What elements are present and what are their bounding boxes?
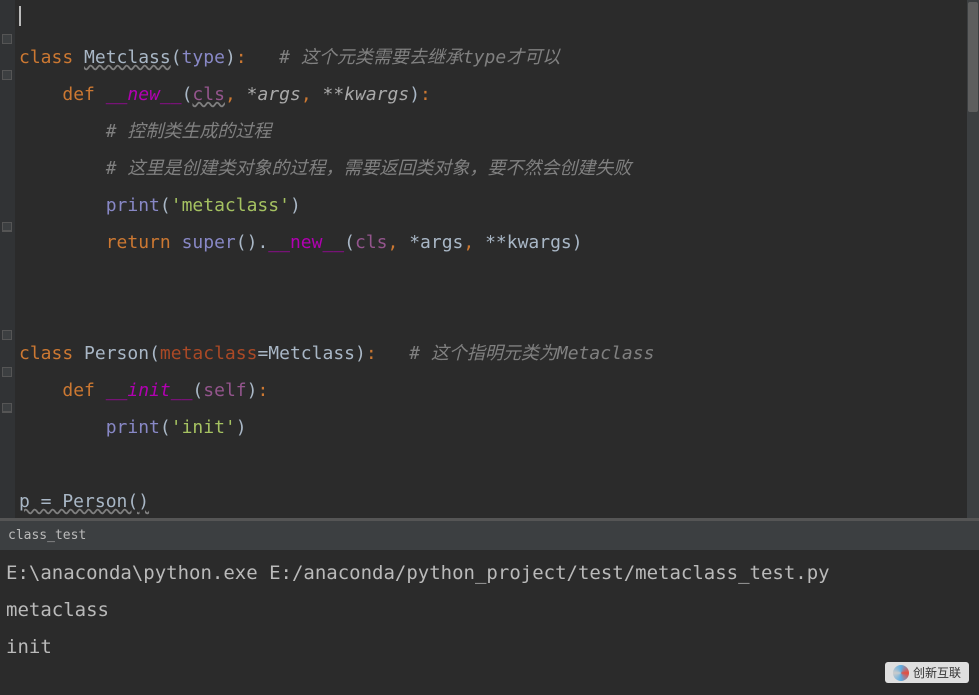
code-token: return — [106, 224, 182, 261]
scrollbar-vertical[interactable] — [967, 0, 979, 518]
code-token: **kwargs — [323, 76, 410, 113]
fold-marker-icon[interactable] — [2, 403, 12, 413]
console-line: metaclass — [6, 592, 973, 629]
console-output[interactable]: E:\anaconda\python.exe E:/anaconda/pytho… — [0, 551, 979, 670]
watermark-text: 创新互联 — [913, 664, 961, 681]
code-token: *args — [247, 76, 301, 113]
code-content[interactable]: class Metclass(type): # 这个元类需要去继承type才可以… — [15, 0, 979, 518]
code-line[interactable]: print('init') — [19, 409, 979, 446]
code-token: = — [257, 335, 268, 372]
code-token: ( — [149, 335, 160, 372]
code-token: type — [182, 39, 225, 76]
code-token: # 这个指明元类为Metaclass — [409, 335, 654, 372]
code-token: . — [257, 224, 268, 261]
code-token: : — [236, 39, 247, 76]
code-token — [19, 224, 106, 261]
code-line[interactable]: class Metclass(type): # 这个元类需要去继承type才可以 — [19, 39, 979, 76]
code-token: , — [463, 224, 485, 261]
watermark: 创新互联 — [885, 662, 969, 683]
run-tab[interactable]: class_test — [2, 526, 92, 545]
code-token: ( — [182, 76, 193, 113]
fold-marker-icon[interactable] — [2, 70, 12, 80]
code-line[interactable] — [19, 298, 979, 335]
code-token: ( — [160, 187, 171, 224]
code-line[interactable]: # 这里是创建类对象的过程，需要返回类对象，要不然会创建失败 — [19, 150, 979, 187]
code-line[interactable]: def __new__(cls, *args, **kwargs): — [19, 76, 979, 113]
code-line[interactable]: def __init__(self): — [19, 372, 979, 409]
code-token: self — [203, 372, 246, 409]
code-token: def — [62, 372, 105, 409]
code-token: 'init' — [171, 409, 236, 446]
code-token: __new__ — [106, 76, 182, 113]
code-token — [19, 150, 106, 187]
code-line[interactable]: p = Person() — [19, 483, 979, 518]
code-token: **kwargs — [485, 224, 572, 261]
gutter — [0, 0, 15, 518]
code-token — [247, 39, 280, 76]
code-token — [19, 113, 106, 150]
scrollbar-thumb[interactable] — [968, 2, 978, 112]
watermark-logo-icon — [893, 665, 909, 681]
code-token: , — [301, 76, 323, 113]
code-line[interactable]: class Person(metaclass=Metclass): # 这个指明… — [19, 335, 979, 372]
code-token — [19, 187, 106, 224]
fold-marker-icon[interactable] — [2, 222, 12, 232]
code-editor[interactable]: class Metclass(type): # 这个元类需要去继承type才可以… — [0, 0, 979, 518]
code-token: : — [420, 76, 431, 113]
code-token: Metclass — [84, 39, 171, 76]
code-token: p = Person() — [19, 483, 149, 518]
code-token: metaclass — [160, 335, 258, 372]
code-token: ) — [355, 335, 366, 372]
code-token: : — [257, 372, 268, 409]
console-line: init — [6, 629, 973, 666]
code-token: , — [225, 76, 247, 113]
code-token — [377, 335, 410, 372]
code-token: : — [366, 335, 377, 372]
fold-marker-icon[interactable] — [2, 34, 12, 44]
code-token: cls — [355, 224, 388, 261]
code-token: () — [236, 224, 258, 261]
code-token — [19, 372, 62, 409]
code-token: ( — [192, 372, 203, 409]
code-token: Metclass — [268, 335, 355, 372]
code-token: print — [106, 409, 160, 446]
code-token: , — [388, 224, 410, 261]
code-token: ) — [247, 372, 258, 409]
code-token: ) — [290, 187, 301, 224]
code-token: 'metaclass' — [171, 187, 290, 224]
code-token: def — [62, 76, 105, 113]
code-token: ) — [409, 76, 420, 113]
code-token: # 这个元类需要去继承type才可以 — [279, 39, 560, 76]
code-token: Person — [84, 335, 149, 372]
code-line[interactable]: print('metaclass') — [19, 187, 979, 224]
code-token: ( — [160, 409, 171, 446]
code-token — [19, 409, 106, 446]
code-token: *args — [409, 224, 463, 261]
cursor-icon — [19, 6, 21, 26]
code-token: ( — [171, 39, 182, 76]
code-token: __new__ — [268, 224, 344, 261]
code-token: class — [19, 39, 84, 76]
code-token: __init__ — [106, 372, 193, 409]
run-tab-bar: class_test — [0, 521, 979, 551]
code-token: # 这里是创建类对象的过程，需要返回类对象，要不然会创建失败 — [106, 150, 632, 187]
console-line: E:\anaconda\python.exe E:/anaconda/pytho… — [6, 555, 973, 592]
code-token: super — [182, 224, 236, 261]
code-line[interactable]: return super().__new__(cls, *args, **kwa… — [19, 224, 979, 261]
code-line[interactable]: # 控制类生成的过程 — [19, 113, 979, 150]
code-token: cls — [192, 76, 225, 113]
code-line[interactable] — [19, 446, 979, 483]
code-token: # 控制类生成的过程 — [106, 113, 272, 150]
code-token: ) — [225, 39, 236, 76]
fold-marker-icon[interactable] — [2, 330, 12, 340]
fold-marker-icon[interactable] — [2, 367, 12, 377]
code-token: class — [19, 335, 84, 372]
code-token: ) — [572, 224, 583, 261]
code-token: ( — [344, 224, 355, 261]
code-token: ) — [236, 409, 247, 446]
code-token — [19, 76, 62, 113]
code-line[interactable] — [19, 261, 979, 298]
code-line[interactable] — [19, 2, 979, 39]
code-token: print — [106, 187, 160, 224]
